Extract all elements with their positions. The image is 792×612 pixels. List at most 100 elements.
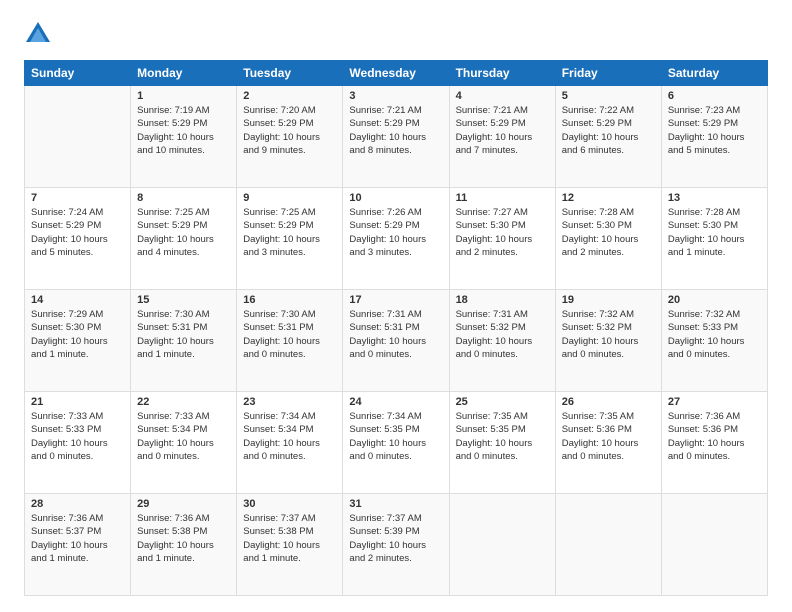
day-number: 9 xyxy=(243,192,336,204)
day-number: 21 xyxy=(31,396,124,408)
header xyxy=(24,20,768,48)
calendar-day: 18 Sunrise: 7:31 AMSunset: 5:32 PMDayligh… xyxy=(449,290,555,392)
day-number: 19 xyxy=(562,294,655,306)
day-number: 12 xyxy=(562,192,655,204)
day-info: Sunrise: 7:24 AMSunset: 5:29 PMDaylight:… xyxy=(31,206,124,259)
calendar-week-2: 14Sunrise: 7:29 AMSunset: 5:30 PMDayligh… xyxy=(25,290,768,392)
calendar-day xyxy=(449,494,555,596)
day-number: 5 xyxy=(562,90,655,102)
day-number: 7 xyxy=(31,192,124,204)
day-number: 31 xyxy=(349,498,442,510)
calendar-day: 9 Sunrise: 7:25 AMSunset: 5:29 PMDaylight… xyxy=(237,188,343,290)
calendar-day: 22 Sunrise: 7:33 AMSunset: 5:34 PMDayligh… xyxy=(131,392,237,494)
calendar-day: 28 Sunrise: 7:36 AMSunset: 5:37 PMDayligh… xyxy=(25,494,131,596)
calendar-day: 17 Sunrise: 7:31 AMSunset: 5:31 PMDayligh… xyxy=(343,290,449,392)
calendar-day: 29Sunrise: 7:36 AMSunset: 5:38 PMDayligh… xyxy=(131,494,237,596)
calendar-header-monday: Monday xyxy=(131,61,237,86)
calendar-day: 15Sunrise: 7:30 AMSunset: 5:31 PMDayligh… xyxy=(131,290,237,392)
page: SundayMondayTuesdayWednesdayThursdayFrid… xyxy=(0,0,792,612)
calendar-day: 7 Sunrise: 7:24 AMSunset: 5:29 PMDaylight… xyxy=(25,188,131,290)
day-info: Sunrise: 7:33 AMSunset: 5:34 PMDaylight:… xyxy=(137,410,230,463)
calendar-header-sunday: Sunday xyxy=(25,61,131,86)
calendar-day: 19 Sunrise: 7:32 AMSunset: 5:32 PMDayligh… xyxy=(555,290,661,392)
day-info: Sunrise: 7:21 AMSunset: 5:29 PMDaylight:… xyxy=(456,104,549,157)
calendar-day xyxy=(25,86,131,188)
calendar-week-3: 21 Sunrise: 7:33 AMSunset: 5:33 PMDayligh… xyxy=(25,392,768,494)
day-info: Sunrise: 7:35 AMSunset: 5:36 PMDaylight:… xyxy=(562,410,655,463)
day-number: 25 xyxy=(456,396,549,408)
day-number: 3 xyxy=(349,90,442,102)
calendar-day: 14Sunrise: 7:29 AMSunset: 5:30 PMDayligh… xyxy=(25,290,131,392)
day-number: 4 xyxy=(456,90,549,102)
day-info: Sunrise: 7:27 AMSunset: 5:30 PMDaylight:… xyxy=(456,206,549,259)
day-number: 22 xyxy=(137,396,230,408)
calendar-day: 1 Sunrise: 7:19 AMSunset: 5:29 PMDaylight… xyxy=(131,86,237,188)
calendar-header-saturday: Saturday xyxy=(661,61,767,86)
day-info: Sunrise: 7:28 AMSunset: 5:30 PMDaylight:… xyxy=(668,206,761,259)
day-number: 13 xyxy=(668,192,761,204)
day-number: 18 xyxy=(456,294,549,306)
day-number: 10 xyxy=(349,192,442,204)
calendar-week-0: 1 Sunrise: 7:19 AMSunset: 5:29 PMDaylight… xyxy=(25,86,768,188)
day-info: Sunrise: 7:25 AMSunset: 5:29 PMDaylight:… xyxy=(243,206,336,259)
calendar-day: 8 Sunrise: 7:25 AMSunset: 5:29 PMDaylight… xyxy=(131,188,237,290)
day-number: 1 xyxy=(137,90,230,102)
day-info: Sunrise: 7:32 AMSunset: 5:33 PMDaylight:… xyxy=(668,308,761,361)
calendar-header-wednesday: Wednesday xyxy=(343,61,449,86)
day-info: Sunrise: 7:22 AMSunset: 5:29 PMDaylight:… xyxy=(562,104,655,157)
day-number: 6 xyxy=(668,90,761,102)
day-info: Sunrise: 7:36 AMSunset: 5:38 PMDaylight:… xyxy=(137,512,230,565)
calendar-day: 4 Sunrise: 7:21 AMSunset: 5:29 PMDaylight… xyxy=(449,86,555,188)
calendar-header-tuesday: Tuesday xyxy=(237,61,343,86)
day-info: Sunrise: 7:29 AMSunset: 5:30 PMDaylight:… xyxy=(31,308,124,361)
calendar-day: 27Sunrise: 7:36 AMSunset: 5:36 PMDayligh… xyxy=(661,392,767,494)
calendar-day: 2Sunrise: 7:20 AMSunset: 5:29 PMDaylight… xyxy=(237,86,343,188)
calendar-day: 12 Sunrise: 7:28 AMSunset: 5:30 PMDayligh… xyxy=(555,188,661,290)
day-number: 17 xyxy=(349,294,442,306)
day-info: Sunrise: 7:32 AMSunset: 5:32 PMDaylight:… xyxy=(562,308,655,361)
calendar-day: 10 Sunrise: 7:26 AMSunset: 5:29 PMDayligh… xyxy=(343,188,449,290)
calendar-header-friday: Friday xyxy=(555,61,661,86)
calendar-header-thursday: Thursday xyxy=(449,61,555,86)
calendar-day: 20 Sunrise: 7:32 AMSunset: 5:33 PMDayligh… xyxy=(661,290,767,392)
calendar-day: 5 Sunrise: 7:22 AMSunset: 5:29 PMDaylight… xyxy=(555,86,661,188)
day-info: Sunrise: 7:36 AMSunset: 5:36 PMDaylight:… xyxy=(668,410,761,463)
calendar-header-row: SundayMondayTuesdayWednesdayThursdayFrid… xyxy=(25,61,768,86)
day-info: Sunrise: 7:26 AMSunset: 5:29 PMDaylight:… xyxy=(349,206,442,259)
day-number: 28 xyxy=(31,498,124,510)
calendar-day: 16 Sunrise: 7:30 AMSunset: 5:31 PMDayligh… xyxy=(237,290,343,392)
logo xyxy=(24,20,56,48)
day-number: 24 xyxy=(349,396,442,408)
day-number: 23 xyxy=(243,396,336,408)
calendar-table: SundayMondayTuesdayWednesdayThursdayFrid… xyxy=(24,60,768,596)
day-info: Sunrise: 7:37 AMSunset: 5:39 PMDaylight:… xyxy=(349,512,442,565)
day-info: Sunrise: 7:35 AMSunset: 5:35 PMDaylight:… xyxy=(456,410,549,463)
day-info: Sunrise: 7:31 AMSunset: 5:31 PMDaylight:… xyxy=(349,308,442,361)
day-info: Sunrise: 7:36 AMSunset: 5:37 PMDaylight:… xyxy=(31,512,124,565)
calendar-day: 30Sunrise: 7:37 AMSunset: 5:38 PMDayligh… xyxy=(237,494,343,596)
calendar-week-1: 7 Sunrise: 7:24 AMSunset: 5:29 PMDaylight… xyxy=(25,188,768,290)
day-number: 8 xyxy=(137,192,230,204)
day-info: Sunrise: 7:33 AMSunset: 5:33 PMDaylight:… xyxy=(31,410,124,463)
day-info: Sunrise: 7:34 AMSunset: 5:34 PMDaylight:… xyxy=(243,410,336,463)
calendar-day: 6Sunrise: 7:23 AMSunset: 5:29 PMDaylight… xyxy=(661,86,767,188)
day-info: Sunrise: 7:25 AMSunset: 5:29 PMDaylight:… xyxy=(137,206,230,259)
day-info: Sunrise: 7:30 AMSunset: 5:31 PMDaylight:… xyxy=(243,308,336,361)
calendar-day: 26 Sunrise: 7:35 AMSunset: 5:36 PMDayligh… xyxy=(555,392,661,494)
day-info: Sunrise: 7:28 AMSunset: 5:30 PMDaylight:… xyxy=(562,206,655,259)
day-info: Sunrise: 7:19 AMSunset: 5:29 PMDaylight:… xyxy=(137,104,230,157)
calendar-day: 31 Sunrise: 7:37 AMSunset: 5:39 PMDayligh… xyxy=(343,494,449,596)
day-number: 26 xyxy=(562,396,655,408)
day-number: 16 xyxy=(243,294,336,306)
calendar-day: 3Sunrise: 7:21 AMSunset: 5:29 PMDaylight… xyxy=(343,86,449,188)
calendar-day: 21 Sunrise: 7:33 AMSunset: 5:33 PMDayligh… xyxy=(25,392,131,494)
calendar-day: 24Sunrise: 7:34 AMSunset: 5:35 PMDayligh… xyxy=(343,392,449,494)
day-number: 20 xyxy=(668,294,761,306)
calendar-day: 13 Sunrise: 7:28 AMSunset: 5:30 PMDayligh… xyxy=(661,188,767,290)
day-number: 11 xyxy=(456,192,549,204)
day-number: 30 xyxy=(243,498,336,510)
day-info: Sunrise: 7:20 AMSunset: 5:29 PMDaylight:… xyxy=(243,104,336,157)
logo-icon xyxy=(24,20,52,48)
day-info: Sunrise: 7:31 AMSunset: 5:32 PMDaylight:… xyxy=(456,308,549,361)
calendar-day: 23 Sunrise: 7:34 AMSunset: 5:34 PMDayligh… xyxy=(237,392,343,494)
